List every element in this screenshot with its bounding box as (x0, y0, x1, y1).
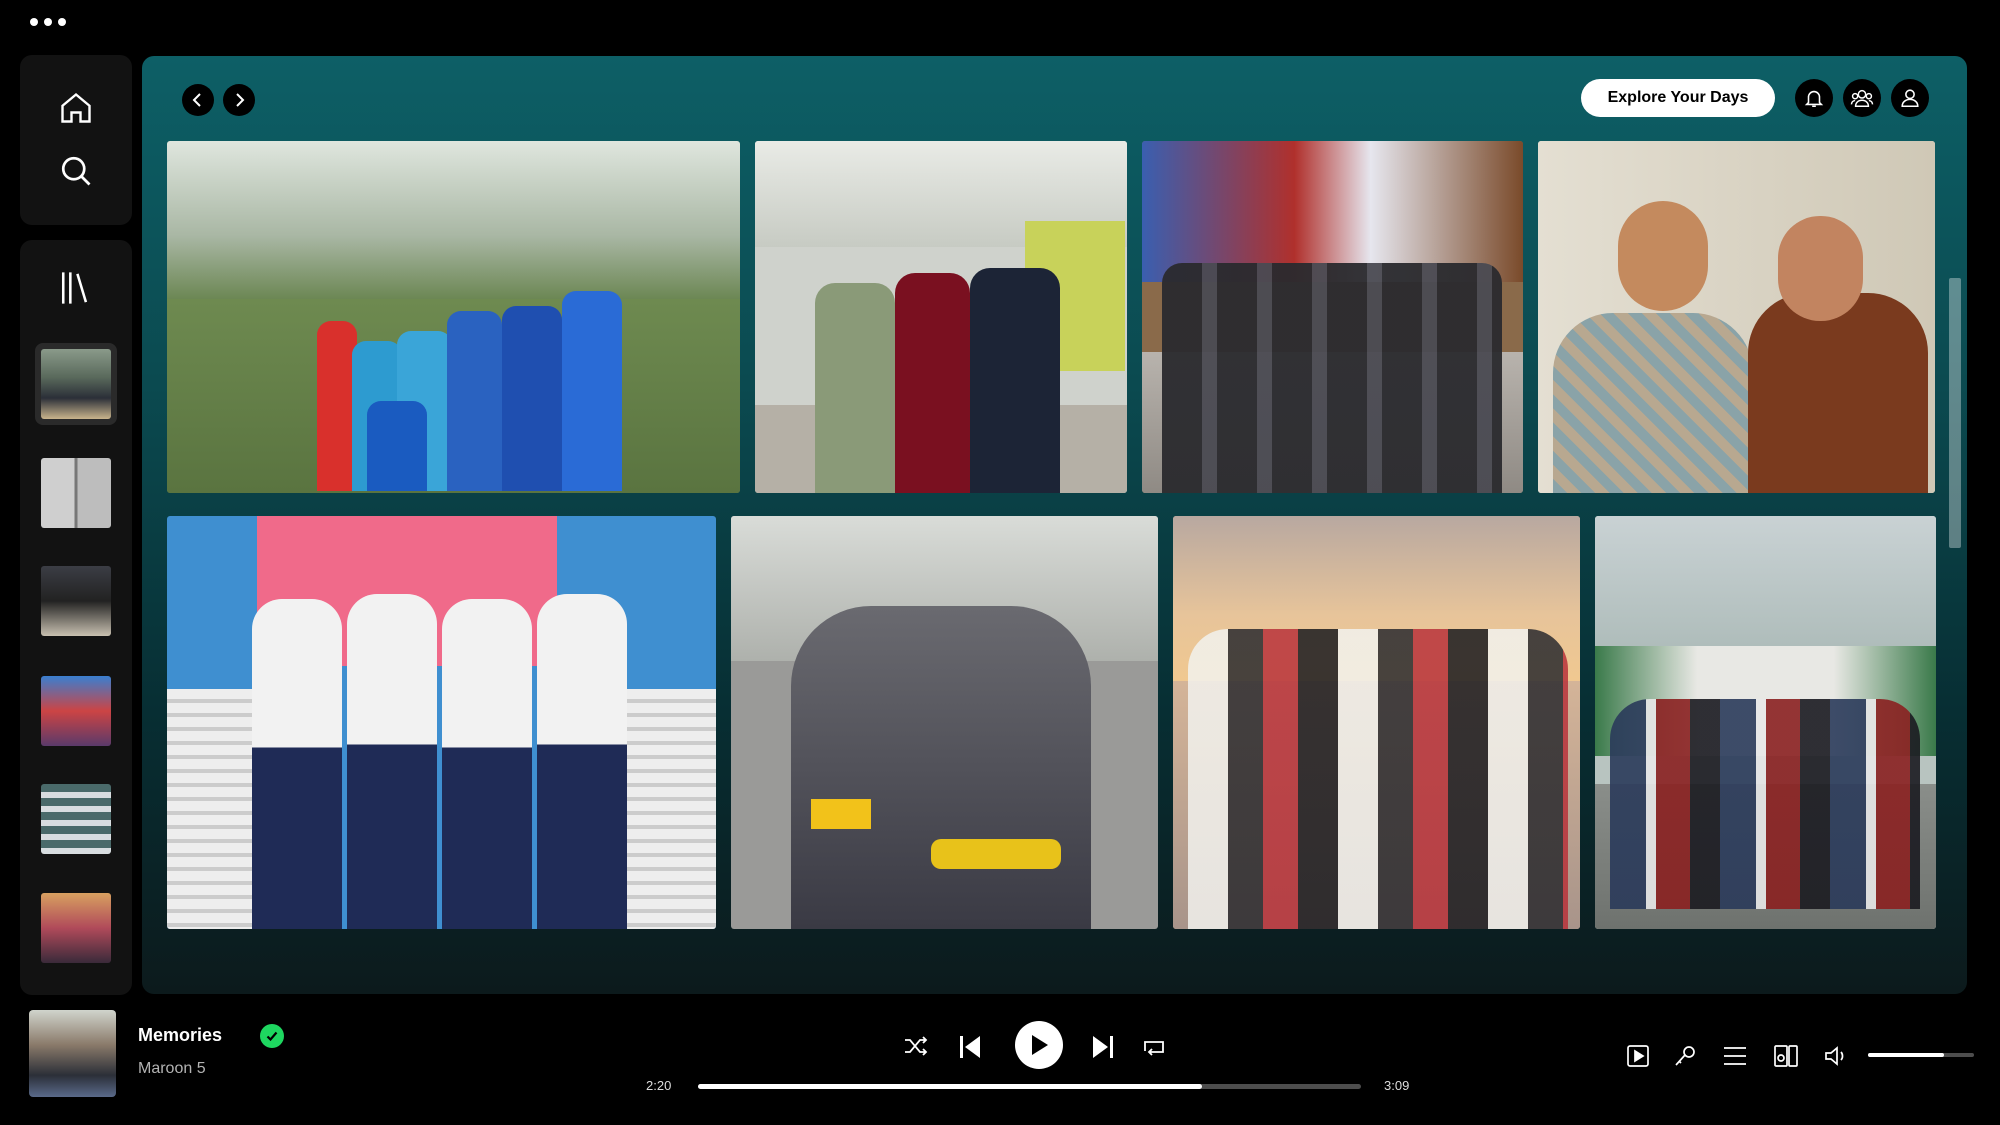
progress-fill (698, 1084, 1202, 1089)
playlist-cover (41, 893, 111, 963)
search-button[interactable] (56, 151, 96, 191)
scrollbar[interactable] (1949, 278, 1961, 548)
skip-back-icon (960, 1036, 980, 1058)
search-icon (61, 156, 91, 186)
nav-panel (20, 55, 132, 225)
playlist-cover (41, 784, 111, 854)
profile-button[interactable] (1891, 79, 1929, 117)
next-button[interactable] (1088, 1032, 1118, 1062)
photo-girls-by-lake-sunset[interactable] (1173, 516, 1580, 929)
library-item-class-photo[interactable] (35, 778, 117, 860)
photo-girls-with-luggage[interactable] (1142, 141, 1523, 493)
library-icon (61, 271, 88, 304)
photo-girls-on-stairs[interactable] (731, 516, 1158, 929)
photo-group-in-park[interactable] (167, 141, 740, 493)
playlist-cover (41, 349, 111, 419)
now-playing-cover[interactable] (29, 1010, 116, 1097)
skip-forward-icon (1093, 1036, 1113, 1058)
photo-boys-celebrating[interactable] (1595, 516, 1936, 929)
playlist-cover (41, 458, 111, 528)
photo-school-captains[interactable] (167, 516, 716, 929)
library-item-event[interactable] (35, 670, 117, 752)
playlist-cover (41, 676, 111, 746)
now-playing-view-button[interactable] (1624, 1042, 1652, 1070)
play-button[interactable] (1015, 1021, 1063, 1069)
friends-icon (1850, 89, 1874, 107)
main-panel: Explore Your Days (142, 56, 1967, 994)
friends-button[interactable] (1843, 79, 1881, 117)
chevron-right-icon (236, 93, 245, 107)
photo-two-boys-selfie[interactable] (1538, 141, 1935, 493)
repeat-button[interactable] (1138, 1032, 1170, 1062)
shuffle-icon (905, 1036, 928, 1056)
total-time: 3:09 (1384, 1078, 1410, 1093)
library-button[interactable] (56, 265, 96, 310)
play-icon (1032, 1035, 1048, 1055)
home-button[interactable] (56, 88, 96, 128)
volume-icon (1825, 1046, 1844, 1066)
elapsed-time: 2:20 (646, 1078, 672, 1093)
device-icon (1774, 1045, 1798, 1067)
now-playing-title[interactable]: Memories (138, 1025, 222, 1046)
volume-fill (1868, 1053, 1945, 1057)
previous-button[interactable] (955, 1032, 985, 1062)
queue-button[interactable] (1721, 1042, 1749, 1070)
explore-your-days-button[interactable]: Explore Your Days (1581, 79, 1775, 117)
library-item-family[interactable] (35, 887, 117, 969)
notifications-button[interactable] (1795, 79, 1833, 117)
microphone-icon (1675, 1046, 1695, 1066)
progress-bar[interactable] (698, 1084, 1361, 1089)
home-icon (61, 92, 91, 123)
library-item-portraits[interactable] (35, 452, 117, 534)
user-icon (1901, 89, 1919, 108)
volume-button[interactable] (1822, 1042, 1850, 1070)
forward-button[interactable] (223, 84, 255, 116)
lyrics-button[interactable] (1671, 1042, 1699, 1070)
library-item-memories[interactable] (35, 343, 117, 425)
connect-device-button[interactable] (1772, 1042, 1800, 1070)
repeat-icon (1144, 1041, 1164, 1056)
saved-check-icon[interactable] (260, 1024, 284, 1048)
photo-three-men-in-hallway[interactable] (755, 141, 1127, 493)
volume-slider[interactable] (1868, 1053, 1974, 1057)
queue-icon (1724, 1047, 1746, 1065)
back-button[interactable] (182, 84, 214, 116)
now-playing-artist[interactable]: Maroon 5 (138, 1060, 206, 1078)
now-playing-view-icon (1627, 1045, 1649, 1067)
chevron-left-icon (192, 93, 201, 107)
bell-icon (1804, 90, 1824, 108)
shuffle-button[interactable] (898, 1031, 934, 1061)
library-panel (20, 240, 132, 995)
playlist-cover (41, 566, 111, 636)
more-dots-icon[interactable] (30, 18, 66, 26)
library-item-group[interactable] (35, 560, 117, 642)
